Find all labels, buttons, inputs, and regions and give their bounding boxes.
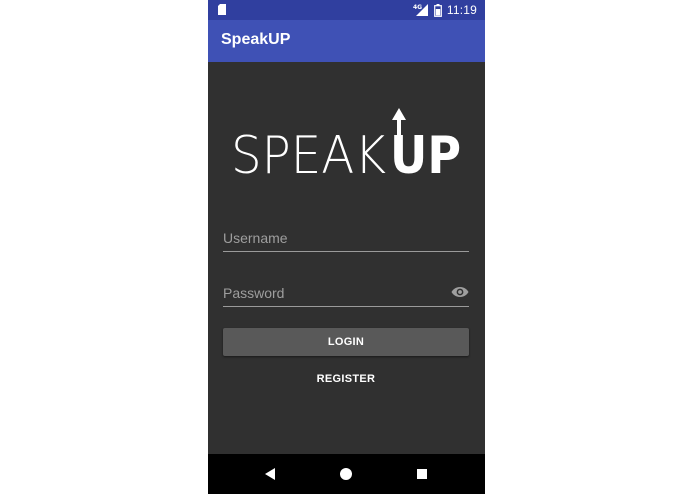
signal-icon: 4G (413, 4, 428, 16)
register-button[interactable]: REGISTER (296, 368, 396, 390)
navigation-bar (208, 454, 485, 494)
phone-screen: 4G 11:19 SpeakUP SPEAK UP LOGIN REGISTER (208, 0, 485, 494)
eye-icon[interactable] (451, 285, 469, 299)
password-field[interactable] (223, 281, 469, 307)
app-title: SpeakUP (221, 31, 291, 48)
status-time: 11:19 (446, 3, 477, 17)
login-button[interactable]: LOGIN (223, 328, 469, 356)
username-field[interactable] (223, 226, 469, 252)
status-bar: 4G 11:19 (208, 0, 485, 20)
battery-icon (433, 3, 442, 17)
back-icon[interactable] (260, 464, 280, 484)
username-input[interactable] (223, 226, 469, 250)
app-bar: SpeakUP (208, 20, 485, 62)
status-icons: 4G 11:19 (413, 2, 477, 18)
sd-card-icon (218, 4, 226, 15)
recents-icon[interactable] (412, 464, 432, 484)
logo-text-light: SPEAK (231, 126, 386, 178)
network-type-label: 4G (413, 4, 422, 11)
speakup-logo: SPEAK UP (231, 108, 461, 178)
home-icon[interactable] (336, 464, 356, 484)
password-input[interactable] (223, 281, 469, 305)
